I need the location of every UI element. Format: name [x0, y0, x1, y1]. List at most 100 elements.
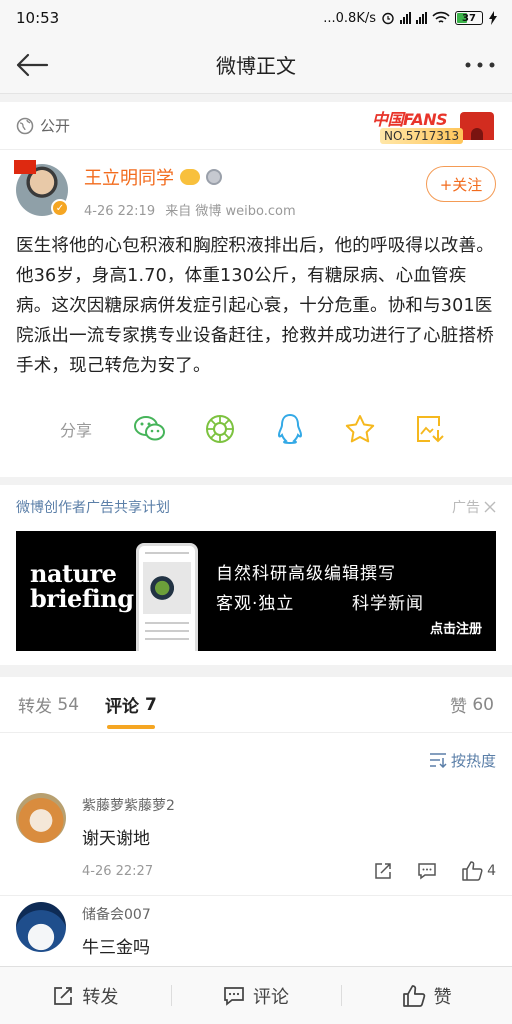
signal-icon [400, 12, 411, 24]
fans-badge-title: 中国FANS [372, 109, 448, 129]
post-meta: 4-26 22:19 来自 微博 weibo.com [84, 200, 496, 219]
comment-username[interactable]: 储备会007 [82, 904, 496, 924]
comment-item: 紫藤萝紫藤萝2 谢天谢地 4-26 22:27 4 [0, 787, 512, 896]
like-label: 赞 [433, 986, 452, 1008]
ad-close-button[interactable]: 广告 [452, 497, 496, 517]
page-title: 微博正文 [216, 54, 296, 78]
repost-button[interactable]: 转发 [0, 967, 171, 1024]
ad-subline-b: 科学新闻 [352, 594, 424, 614]
charging-icon [489, 11, 497, 25]
comment-text: 谢天谢地 [82, 829, 150, 849]
ad-program-link[interactable]: 微博创作者广告共享计划 [16, 497, 170, 517]
phone-image [136, 543, 198, 651]
status-time: 10:53 [16, 9, 60, 27]
save-image-button[interactable] [412, 411, 448, 447]
comment-like-count: 4 [487, 863, 496, 879]
post-source: 来自 微博 weibo.com [165, 204, 296, 219]
comment-body: 储备会007 牛三金吗 [82, 902, 496, 958]
share-row: 分享 [0, 381, 512, 477]
tab-reposts-label: 转发 [18, 697, 52, 717]
sort-icon [429, 753, 447, 768]
ad-brand-logo: nature briefing [30, 559, 134, 613]
tab-likes-label: 赞 [449, 697, 467, 717]
tab-reposts[interactable]: 转发 54 [18, 677, 79, 733]
comment-avatar[interactable] [16, 793, 66, 843]
comment-username[interactable]: 紫藤萝紫藤萝2 [82, 795, 496, 815]
back-button[interactable] [12, 45, 52, 85]
nav-bar: 微博正文 [0, 36, 512, 94]
comment-time: 4-26 22:27 [82, 863, 154, 879]
star-icon [345, 415, 375, 443]
share-label: 分享 [60, 421, 93, 440]
comment-label: 评论 [253, 986, 289, 1008]
ad-register-button[interactable]: 点击注册 [430, 618, 482, 637]
moments-share-button[interactable] [202, 411, 238, 447]
tab-likes[interactable]: 赞 60 [450, 677, 494, 733]
comment-text: 牛三金吗 [82, 938, 150, 958]
back-arrow-icon [16, 53, 49, 76]
weibo-post-page: 10:53 ...0.8K/s 37 微博正文 公开 中国FANS NO.571… [0, 0, 512, 1024]
verified-icon: ✓ [51, 199, 69, 217]
repost-icon [375, 863, 391, 879]
sort-button[interactable]: 按热度 [0, 733, 512, 787]
like-button[interactable]: 赞 [341, 967, 512, 1024]
ad-banner[interactable]: nature briefing 自然科研高级编辑撰写 客观·独立 科学新闻 点击… [16, 531, 496, 651]
author-name[interactable]: 王立明同学 [84, 164, 174, 190]
save-image-icon [417, 416, 444, 443]
china-flag-icon [14, 160, 36, 174]
sort-label: 按热度 [450, 751, 496, 770]
ad-brand-line2: briefing [30, 584, 134, 613]
favorite-button[interactable] [342, 411, 378, 447]
follow-button[interactable]: +关注 [426, 166, 496, 202]
battery-icon: 37 [455, 11, 483, 25]
thumbs-up-icon [462, 861, 483, 881]
post-text: 医生将他的心包积液和胸腔积液排出后，他的呼吸得以改善。他36岁，身高1.70，体… [16, 236, 494, 376]
comment-repost-button[interactable] [373, 861, 393, 881]
wechat-share-button[interactable] [132, 411, 168, 447]
status-icons: ...0.8K/s 37 [323, 11, 498, 26]
comment-like-button[interactable]: 4 [461, 861, 496, 881]
repost-label: 转发 [82, 986, 119, 1008]
post-time: 4-26 22:19 [84, 204, 156, 219]
qq-share-button[interactable] [272, 411, 308, 447]
close-icon [484, 501, 496, 513]
ad-tag-label: 广告 [452, 500, 480, 516]
tab-comments[interactable]: 评论 7 [105, 677, 157, 733]
status-bar: 10:53 ...0.8K/s 37 [0, 0, 512, 36]
tab-comments-label: 评论 [105, 697, 140, 717]
medal-icon [206, 169, 222, 185]
comment-actions: 4 [373, 861, 496, 881]
wifi-icon [432, 11, 450, 23]
bottom-action-bar: 转发 评论 赞 [0, 966, 512, 1024]
comment-icon [224, 986, 244, 1006]
ad-brand-line1: nature [30, 559, 117, 588]
vip-icon [180, 169, 200, 185]
author-avatar[interactable]: ✓ [14, 160, 69, 217]
tab-reposts-count: 54 [57, 694, 80, 715]
post-card: 公开 中国FANS NO.5717313 ✓ 王立明同学 4-26 22:19 … [0, 102, 512, 477]
comment-footer: 4-26 22:27 4 [82, 861, 496, 881]
signal-icon-2 [416, 12, 427, 24]
ad-subline-a: 客观·独立 [216, 594, 295, 614]
author-row: ✓ 王立明同学 4-26 22:19 来自 微博 weibo.com +关注 [0, 150, 512, 219]
interaction-tabs: 转发 54 评论 7 赞 60 [0, 677, 512, 733]
visibility-label: 公开 [40, 117, 71, 135]
wechat-icon [134, 416, 165, 441]
comment-avatar[interactable] [16, 902, 66, 952]
tiananmen-icon [460, 111, 494, 140]
visibility-row: 公开 中国FANS NO.5717313 [0, 102, 512, 150]
comment-button[interactable]: 评论 [170, 967, 342, 1024]
ad-header: 微博创作者广告共享计划 广告 [16, 497, 496, 517]
globe-icon [16, 117, 34, 134]
fans-badge-number: NO.5717313 [380, 127, 464, 144]
visibility-info: 公开 [16, 115, 70, 136]
tab-comments-count: 7 [144, 694, 157, 715]
moments-icon [206, 415, 234, 443]
repost-icon [54, 986, 73, 1005]
fans-badge[interactable]: 中国FANS NO.5717313 [368, 106, 496, 146]
comment-icon [418, 863, 436, 880]
more-dots-icon [465, 62, 495, 67]
comment-reply-button[interactable] [417, 861, 437, 881]
thumbs-up-icon [402, 984, 425, 1007]
more-button[interactable] [460, 45, 500, 85]
